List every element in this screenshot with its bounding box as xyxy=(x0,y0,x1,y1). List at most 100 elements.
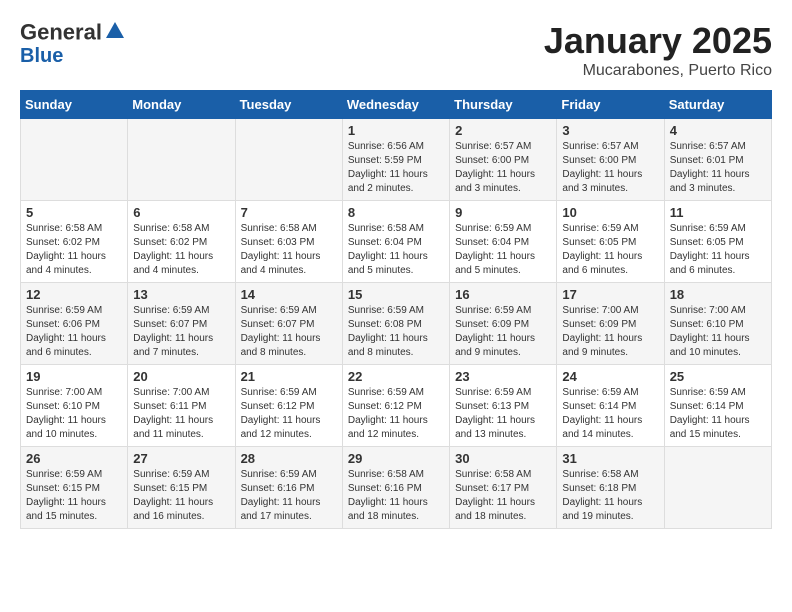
cell-info: Sunrise: 6:59 AM Sunset: 6:07 PM Dayligh… xyxy=(241,304,337,360)
cell-info: Sunrise: 6:59 AM Sunset: 6:08 PM Dayligh… xyxy=(348,304,444,360)
day-number: 2 xyxy=(455,123,551,138)
day-number: 8 xyxy=(348,205,444,220)
weekday-header-row: SundayMondayTuesdayWednesdayThursdayFrid… xyxy=(21,91,772,119)
calendar-cell: 14 Sunrise: 6:59 AM Sunset: 6:07 PM Dayli… xyxy=(235,283,342,365)
cell-info: Sunrise: 6:57 AM Sunset: 6:01 PM Dayligh… xyxy=(670,140,766,196)
day-number: 7 xyxy=(241,205,337,220)
day-number: 15 xyxy=(348,287,444,302)
logo: General Blue xyxy=(20,20,126,67)
weekday-header-monday: Monday xyxy=(128,91,235,119)
day-number: 12 xyxy=(26,287,122,302)
calendar-table: SundayMondayTuesdayWednesdayThursdayFrid… xyxy=(20,90,772,529)
day-number: 1 xyxy=(348,123,444,138)
day-number: 31 xyxy=(562,451,658,466)
day-number: 5 xyxy=(26,205,122,220)
title-block: January 2025 Mucarabones, Puerto Rico xyxy=(544,20,772,80)
cell-info: Sunrise: 6:59 AM Sunset: 6:05 PM Dayligh… xyxy=(670,222,766,278)
cell-info: Sunrise: 6:56 AM Sunset: 5:59 PM Dayligh… xyxy=(348,140,444,196)
cell-info: Sunrise: 6:59 AM Sunset: 6:13 PM Dayligh… xyxy=(455,386,551,442)
cell-info: Sunrise: 7:00 AM Sunset: 6:10 PM Dayligh… xyxy=(670,304,766,360)
day-number: 20 xyxy=(133,369,229,384)
calendar-cell: 10 Sunrise: 6:59 AM Sunset: 6:05 PM Dayli… xyxy=(557,201,664,283)
month-title: January 2025 xyxy=(544,20,772,62)
cell-info: Sunrise: 6:59 AM Sunset: 6:12 PM Dayligh… xyxy=(348,386,444,442)
cell-info: Sunrise: 6:59 AM Sunset: 6:14 PM Dayligh… xyxy=(670,386,766,442)
day-number: 4 xyxy=(670,123,766,138)
day-number: 25 xyxy=(670,369,766,384)
calendar-cell: 5 Sunrise: 6:58 AM Sunset: 6:02 PM Daylig… xyxy=(21,201,128,283)
weekday-header-saturday: Saturday xyxy=(664,91,771,119)
day-number: 23 xyxy=(455,369,551,384)
day-number: 24 xyxy=(562,369,658,384)
calendar-cell xyxy=(235,119,342,201)
weekday-header-sunday: Sunday xyxy=(21,91,128,119)
day-number: 22 xyxy=(348,369,444,384)
calendar-week-row: 12 Sunrise: 6:59 AM Sunset: 6:06 PM Dayli… xyxy=(21,283,772,365)
day-number: 26 xyxy=(26,451,122,466)
weekday-header-tuesday: Tuesday xyxy=(235,91,342,119)
day-number: 19 xyxy=(26,369,122,384)
calendar-cell: 25 Sunrise: 6:59 AM Sunset: 6:14 PM Dayli… xyxy=(664,365,771,447)
calendar-cell: 24 Sunrise: 6:59 AM Sunset: 6:14 PM Dayli… xyxy=(557,365,664,447)
page-header: General Blue January 2025 Mucarabones, P… xyxy=(20,20,772,80)
calendar-cell: 8Sunrise: 6:58 AM Sunset: 6:04 PM Daylig… xyxy=(342,201,449,283)
cell-info: Sunrise: 6:58 AM Sunset: 6:17 PM Dayligh… xyxy=(455,468,551,524)
cell-info: Sunrise: 6:59 AM Sunset: 6:06 PM Dayligh… xyxy=(26,304,122,360)
calendar-cell: 19 Sunrise: 7:00 AM Sunset: 6:10 PM Dayli… xyxy=(21,365,128,447)
calendar-week-row: 5 Sunrise: 6:58 AM Sunset: 6:02 PM Daylig… xyxy=(21,201,772,283)
day-number: 27 xyxy=(133,451,229,466)
cell-info: Sunrise: 6:59 AM Sunset: 6:15 PM Dayligh… xyxy=(26,468,122,524)
calendar-cell: 12 Sunrise: 6:59 AM Sunset: 6:06 PM Dayli… xyxy=(21,283,128,365)
calendar-cell xyxy=(128,119,235,201)
day-number: 6 xyxy=(133,205,229,220)
cell-info: Sunrise: 6:59 AM Sunset: 6:07 PM Dayligh… xyxy=(133,304,229,360)
cell-info: Sunrise: 6:59 AM Sunset: 6:15 PM Dayligh… xyxy=(133,468,229,524)
cell-info: Sunrise: 6:57 AM Sunset: 6:00 PM Dayligh… xyxy=(455,140,551,196)
cell-info: Sunrise: 6:58 AM Sunset: 6:16 PM Dayligh… xyxy=(348,468,444,524)
cell-info: Sunrise: 6:58 AM Sunset: 6:02 PM Dayligh… xyxy=(26,222,122,278)
calendar-cell: 29 Sunrise: 6:58 AM Sunset: 6:16 PM Dayli… xyxy=(342,447,449,529)
calendar-cell: 6 Sunrise: 6:58 AM Sunset: 6:02 PM Daylig… xyxy=(128,201,235,283)
day-number: 9 xyxy=(455,205,551,220)
day-number: 16 xyxy=(455,287,551,302)
day-number: 17 xyxy=(562,287,658,302)
calendar-cell: 1 Sunrise: 6:56 AM Sunset: 5:59 PM Daylig… xyxy=(342,119,449,201)
cell-info: Sunrise: 7:00 AM Sunset: 6:10 PM Dayligh… xyxy=(26,386,122,442)
day-number: 14 xyxy=(241,287,337,302)
cell-info: Sunrise: 7:00 AM Sunset: 6:11 PM Dayligh… xyxy=(133,386,229,442)
calendar-cell: 9Sunrise: 6:59 AM Sunset: 6:04 PM Daylig… xyxy=(450,201,557,283)
calendar-cell: 4 Sunrise: 6:57 AM Sunset: 6:01 PM Daylig… xyxy=(664,119,771,201)
calendar-week-row: 1 Sunrise: 6:56 AM Sunset: 5:59 PM Daylig… xyxy=(21,119,772,201)
day-number: 13 xyxy=(133,287,229,302)
calendar-cell: 13 Sunrise: 6:59 AM Sunset: 6:07 PM Dayli… xyxy=(128,283,235,365)
logo-icon xyxy=(104,20,126,42)
day-number: 29 xyxy=(348,451,444,466)
location-title: Mucarabones, Puerto Rico xyxy=(544,62,772,80)
cell-info: Sunrise: 6:58 AM Sunset: 6:03 PM Dayligh… xyxy=(241,222,337,278)
calendar-cell: 3Sunrise: 6:57 AM Sunset: 6:00 PM Daylig… xyxy=(557,119,664,201)
calendar-cell: 21Sunrise: 6:59 AM Sunset: 6:12 PM Dayli… xyxy=(235,365,342,447)
day-number: 30 xyxy=(455,451,551,466)
cell-info: Sunrise: 6:58 AM Sunset: 6:18 PM Dayligh… xyxy=(562,468,658,524)
calendar-cell: 23 Sunrise: 6:59 AM Sunset: 6:13 PM Dayli… xyxy=(450,365,557,447)
calendar-cell: 31 Sunrise: 6:58 AM Sunset: 6:18 PM Dayli… xyxy=(557,447,664,529)
cell-info: Sunrise: 6:59 AM Sunset: 6:14 PM Dayligh… xyxy=(562,386,658,442)
calendar-cell: 15 Sunrise: 6:59 AM Sunset: 6:08 PM Dayli… xyxy=(342,283,449,365)
cell-info: Sunrise: 6:59 AM Sunset: 6:05 PM Dayligh… xyxy=(562,222,658,278)
cell-info: Sunrise: 6:57 AM Sunset: 6:00 PM Dayligh… xyxy=(562,140,658,196)
calendar-cell: 18 Sunrise: 7:00 AM Sunset: 6:10 PM Dayli… xyxy=(664,283,771,365)
calendar-week-row: 26 Sunrise: 6:59 AM Sunset: 6:15 PM Dayli… xyxy=(21,447,772,529)
calendar-cell: 27 Sunrise: 6:59 AM Sunset: 6:15 PM Dayli… xyxy=(128,447,235,529)
day-number: 21 xyxy=(241,369,337,384)
calendar-cell: 2 Sunrise: 6:57 AM Sunset: 6:00 PM Daylig… xyxy=(450,119,557,201)
calendar-week-row: 19 Sunrise: 7:00 AM Sunset: 6:10 PM Dayli… xyxy=(21,365,772,447)
day-number: 28 xyxy=(241,451,337,466)
calendar-cell: 16 Sunrise: 6:59 AM Sunset: 6:09 PM Dayli… xyxy=(450,283,557,365)
day-number: 10 xyxy=(562,205,658,220)
cell-info: Sunrise: 6:59 AM Sunset: 6:09 PM Dayligh… xyxy=(455,304,551,360)
cell-info: Sunrise: 6:58 AM Sunset: 6:02 PM Dayligh… xyxy=(133,222,229,278)
day-number: 11 xyxy=(670,205,766,220)
day-number: 18 xyxy=(670,287,766,302)
cell-info: Sunrise: 6:59 AM Sunset: 6:16 PM Dayligh… xyxy=(241,468,337,524)
calendar-cell: 26 Sunrise: 6:59 AM Sunset: 6:15 PM Dayli… xyxy=(21,447,128,529)
